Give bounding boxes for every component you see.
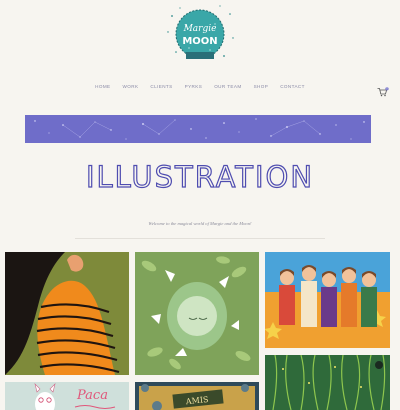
illustration-girl-leaves-birds[interactable] <box>135 252 259 375</box>
nav-item-work[interactable]: WORK <box>123 84 139 94</box>
illustration-willow-tree[interactable] <box>265 355 390 410</box>
main-nav: HOME WORK CLIENTS PYRKS OUR TEAM SHOP CO… <box>0 84 400 94</box>
nav-item-home[interactable]: HOME <box>95 84 110 94</box>
nav-item-contact[interactable]: CONTACT <box>280 84 305 94</box>
logo-bottom-text: MOON <box>182 36 217 47</box>
nav-item-shop[interactable]: SHOP <box>254 84 269 94</box>
nav-item-pyrks[interactable]: PYRKS <box>185 84 203 94</box>
nav-item-our-team[interactable]: OUR TEAM <box>214 84 241 94</box>
illustration-paca-llama[interactable]: Paca <box>5 382 129 410</box>
shopping-cart-icon: 0 <box>377 87 389 97</box>
constellation-banner <box>25 115 371 143</box>
page-title: ILLUSTRATION <box>85 159 315 194</box>
illustration-amis-sign[interactable]: AMIS <box>135 382 259 410</box>
logo-top-text: Margie <box>183 24 217 34</box>
welcome-text: Welcome to the magical world of Margie a… <box>148 221 252 226</box>
illustration-band-stars[interactable] <box>265 252 390 348</box>
cart-button[interactable]: 0 <box>377 84 389 97</box>
tile-paca-text: Paca <box>76 388 108 403</box>
illustration-woman-orange-sweater[interactable] <box>5 252 129 375</box>
brand-logo[interactable]: Margie MOON <box>160 2 240 68</box>
nav-item-clients[interactable]: CLIENTS <box>150 84 172 94</box>
divider <box>75 238 325 239</box>
